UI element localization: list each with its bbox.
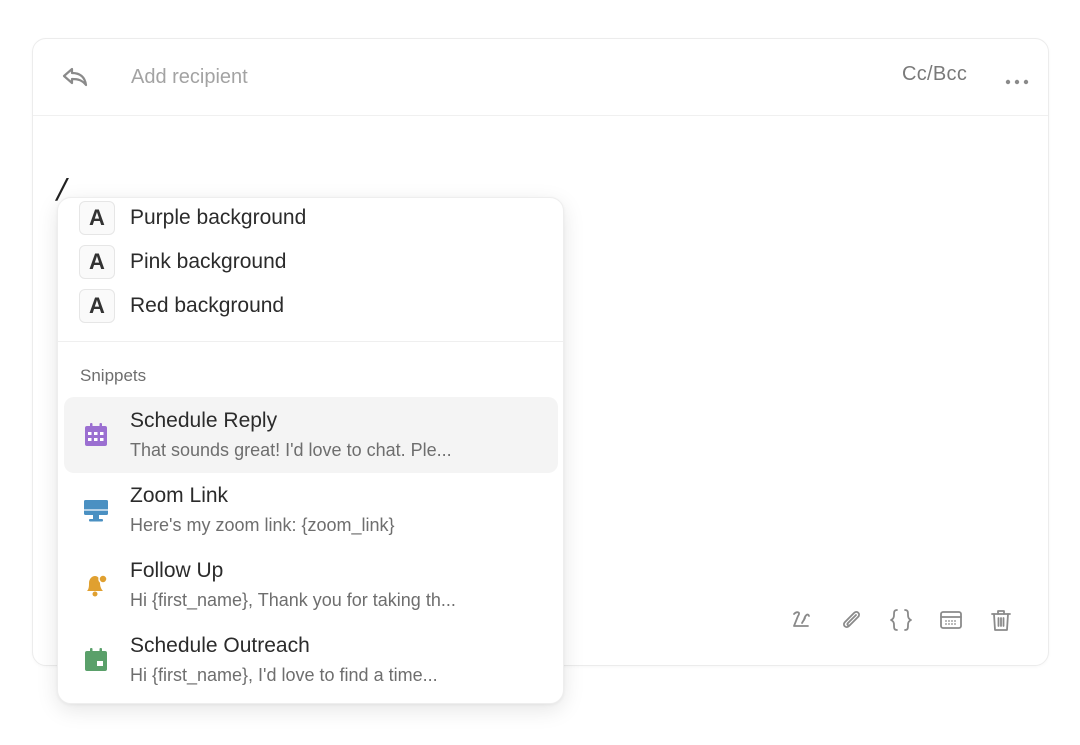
snippet-zoom-link[interactable]: Zoom Link Here's my zoom link: {zoom_lin… — [64, 472, 558, 548]
snippet-title: Schedule Reply — [130, 409, 278, 432]
snippet-schedule-reply[interactable]: Schedule Reply That sounds great! I'd lo… — [64, 397, 558, 473]
text-color-badge: A — [79, 201, 115, 235]
snippet-title: Follow Up — [130, 559, 224, 582]
menu-item-red-background[interactable]: A Red background — [58, 286, 563, 326]
menu-item-label: Purple background — [130, 206, 307, 229]
calendar-icon — [82, 646, 110, 674]
signature-icon[interactable] — [785, 604, 817, 636]
snippet-follow-up[interactable]: Follow Up Hi {first_name}, Thank you for… — [64, 547, 558, 623]
monitor-icon — [82, 496, 110, 524]
menu-item-purple-background[interactable]: A Purple background — [58, 198, 563, 238]
menu-item-label: Pink background — [130, 250, 287, 273]
snippet-preview: Hi {first_name}, Thank you for taking th… — [130, 590, 456, 610]
snippets-section-label: Snippets — [80, 366, 147, 385]
menu-divider — [58, 341, 563, 342]
menu-item-label: Red background — [130, 294, 285, 317]
text-color-badge: A — [79, 289, 115, 323]
recipient-input[interactable] — [131, 61, 731, 93]
more-options-icon[interactable] — [1005, 73, 1029, 85]
text-color-badge: A — [79, 245, 115, 279]
calendar-window-icon[interactable] — [935, 604, 967, 636]
braces-icon[interactable] — [885, 604, 917, 636]
snippet-preview: Hi {first_name}, I'd love to find a time… — [130, 665, 438, 685]
snippet-title: Schedule Outreach — [130, 634, 310, 657]
snippet-preview: That sounds great! I'd love to chat. Ple… — [130, 440, 452, 460]
slash-command-menu: A Purple background A Pink background A … — [57, 197, 564, 704]
composer-header: Cc/Bcc — [33, 39, 1048, 116]
snippet-title: Zoom Link — [130, 484, 229, 507]
calendar-grid-icon — [82, 421, 110, 449]
cc-bcc-button[interactable]: Cc/Bcc — [902, 63, 967, 86]
bell-icon — [82, 571, 110, 599]
snippet-schedule-outreach[interactable]: Schedule Outreach Hi {first_name}, I'd l… — [64, 622, 558, 698]
composer-toolbar — [785, 604, 1017, 636]
snippet-preview: Here's my zoom link: {zoom_link} — [130, 515, 395, 535]
menu-item-pink-background[interactable]: A Pink background — [58, 242, 563, 282]
paperclip-icon[interactable] — [835, 604, 867, 636]
reply-icon[interactable] — [61, 65, 89, 89]
trash-icon[interactable] — [985, 604, 1017, 636]
